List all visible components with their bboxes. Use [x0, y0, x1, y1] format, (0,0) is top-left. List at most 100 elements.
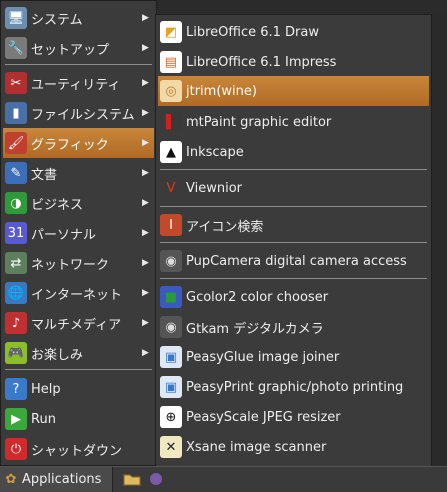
- menu-item-gamepad[interactable]: 🎮 お楽しみ ▶: [3, 338, 154, 368]
- menu-item-label: PeasyGlue image joiner: [186, 349, 340, 365]
- menu-item-inkscape[interactable]: ▲ Inkscape: [158, 137, 429, 167]
- menu-separator: [5, 369, 152, 370]
- menu-item-peasyglue[interactable]: ▣ PeasyGlue image joiner: [158, 342, 429, 372]
- menu-item-label: インターネット: [31, 287, 123, 303]
- menu-item-label: jtrim(wine): [186, 83, 257, 99]
- menu-item-label: LibreOffice 6.1 Impress: [186, 54, 337, 70]
- menu-item-label: PeasyScale JPEG resizer: [186, 409, 341, 425]
- monitor-icon: 🖥: [5, 7, 27, 29]
- menu-item-jtrim[interactable]: ◎ jtrim(wine): [158, 76, 429, 106]
- submenu-arrow-icon: ▶: [142, 288, 149, 298]
- menu-item-label: パーソナル: [31, 227, 97, 243]
- menu-item-icon-finder[interactable]: I アイコン検索: [158, 210, 429, 240]
- menu-item-label: お楽しみ: [31, 347, 84, 363]
- menu-item-monitor[interactable]: 🖥 システム ▶: [3, 3, 154, 33]
- submenu-arrow-icon: ▶: [142, 318, 149, 328]
- menu-item-libreoffice-draw[interactable]: ◩ LibreOffice 6.1 Draw: [158, 17, 429, 47]
- menu-item-document[interactable]: ✎ 文書 ▶: [3, 158, 154, 188]
- menu-item-paintbrush[interactable]: 🖌 グラフィック ▶: [3, 128, 154, 158]
- menu-item-label: セットアップ: [31, 42, 110, 58]
- wrench-icon: 🔧: [5, 37, 27, 59]
- paintbrush-icon: 🖌: [5, 132, 27, 154]
- applications-button[interactable]: ✿ Applications: [0, 467, 113, 492]
- menu-separator: [160, 242, 427, 243]
- menu-item-color-cube[interactable]: ■ Gcolor2 color chooser: [158, 282, 429, 312]
- magnifier-icon: ⊕: [160, 406, 182, 428]
- peasyglue-icon: ▣: [160, 346, 182, 368]
- menu-item-label: 文書: [31, 167, 58, 183]
- menu-item-help[interactable]: ? Help: [3, 374, 154, 404]
- menu-item-camera[interactable]: ◉ PupCamera digital camera access: [158, 246, 429, 276]
- menu-item-chart[interactable]: ◑ ビジネス ▶: [3, 188, 154, 218]
- menu-separator: [160, 278, 427, 279]
- menu-item-label: ネットワーク: [31, 257, 110, 273]
- submenu-arrow-icon: ▶: [142, 78, 149, 88]
- jtrim-icon: ◎: [160, 80, 182, 102]
- menu-separator: [160, 206, 427, 207]
- xsane-icon: ✕: [160, 436, 182, 458]
- icon-finder-icon: I: [160, 214, 182, 236]
- menu-item-label: グラフィック: [31, 137, 109, 153]
- submenu-arrow-icon: ▶: [142, 108, 149, 118]
- menu-item-power[interactable]: ⏻ シャットダウン: [3, 434, 154, 464]
- menu-item-libreoffice-impress[interactable]: ▤ LibreOffice 6.1 Impress: [158, 47, 429, 77]
- launcher-icon[interactable]: [146, 469, 166, 489]
- peasyprint-icon: ▣: [160, 376, 182, 398]
- chart-icon: ◑: [5, 192, 27, 214]
- libreoffice-draw-icon: ◩: [160, 21, 182, 43]
- menu-separator: [5, 64, 152, 65]
- submenu-arrow-icon: ▶: [142, 43, 149, 53]
- power-icon: ⏻: [5, 438, 27, 460]
- menu-item-label: Viewnior: [186, 180, 242, 196]
- color-cube-icon: ■: [160, 286, 182, 308]
- menu-item-label: PeasyPrint graphic/photo printing: [186, 379, 404, 395]
- camera-icon: ◉: [160, 316, 182, 338]
- menu-item-magnifier[interactable]: ⊕ PeasyScale JPEG resizer: [158, 402, 429, 432]
- menu-item-label: ファイルシステム: [31, 107, 135, 123]
- menu-item-network[interactable]: ⇄ ネットワーク ▶: [3, 248, 154, 278]
- main-menu: 🖥 システム ▶ 🔧 セットアップ ▶ ✂ ユーティリティ ▶ ▮ ファイルシステム ▶ 🖌 グラフィック…: [0, 0, 157, 466]
- applications-label: Applications: [22, 472, 102, 487]
- submenu-arrow-icon: ▶: [142, 198, 149, 208]
- menu-item-tools[interactable]: ✂ ユーティリティ ▶: [3, 68, 154, 98]
- menu-item-run[interactable]: ▶ Run: [3, 404, 154, 434]
- document-icon: ✎: [5, 162, 27, 184]
- menu-item-mtpaint[interactable]: ▌ mtPaint graphic editor: [158, 107, 429, 137]
- menu-item-viewnior[interactable]: V Viewnior: [158, 173, 429, 203]
- menu-item-label: mtPaint graphic editor: [186, 114, 332, 130]
- menu-item-music[interactable]: ♪ マルチメディア ▶: [3, 308, 154, 338]
- mtpaint-icon: ▌: [160, 111, 182, 133]
- folder-icon[interactable]: [122, 469, 142, 489]
- menu-item-label: LibreOffice 6.1 Draw: [186, 24, 320, 40]
- applications-logo-icon: ✿: [5, 472, 17, 487]
- menu-item-peasyprint[interactable]: ▣ PeasyPrint graphic/photo printing: [158, 372, 429, 402]
- inkscape-icon: ▲: [160, 141, 182, 163]
- submenu-arrow-icon: ▶: [142, 228, 149, 238]
- menu-item-globe[interactable]: 🌐 インターネット ▶: [3, 278, 154, 308]
- menu-item-calendar[interactable]: 31 パーソナル ▶: [3, 218, 154, 248]
- menu-item-camera[interactable]: ◉ Gtkam デジタルカメラ: [158, 312, 429, 342]
- menu-item-label: Help: [31, 381, 61, 397]
- submenu-arrow-icon: ▶: [142, 348, 149, 358]
- submenu-arrow-icon: ▶: [142, 13, 149, 23]
- menu-item-xsane[interactable]: ✕ Xsane image scanner: [158, 432, 429, 462]
- menu-item-folder[interactable]: ▮ ファイルシステム ▶: [3, 98, 154, 128]
- globe-icon: 🌐: [5, 282, 27, 304]
- calendar-icon: 31: [5, 222, 27, 244]
- viewnior-icon: V: [160, 177, 182, 199]
- run-icon: ▶: [5, 408, 27, 430]
- libreoffice-impress-icon: ▤: [160, 51, 182, 73]
- menu-item-label: Inkscape: [186, 144, 244, 160]
- menu-separator: [160, 169, 427, 170]
- menu-item-label: Gtkam デジタルカメラ: [186, 321, 324, 337]
- background-window-edge: [432, 14, 447, 466]
- taskbar: ✿ Applications: [0, 466, 447, 492]
- graphics-submenu: ◩ LibreOffice 6.1 Draw ▤ LibreOffice 6.1 Im…: [155, 14, 432, 492]
- menu-item-label: Gcolor2 color chooser: [186, 289, 329, 305]
- submenu-arrow-icon: ▶: [142, 168, 149, 178]
- submenu-arrow-icon: ▶: [142, 258, 149, 268]
- menu-item-label: シャットダウン: [31, 443, 123, 459]
- submenu-arrow-icon: ▶: [142, 138, 149, 148]
- menu-item-wrench[interactable]: 🔧 セットアップ ▶: [3, 33, 154, 63]
- menu-item-label: アイコン検索: [186, 219, 264, 235]
